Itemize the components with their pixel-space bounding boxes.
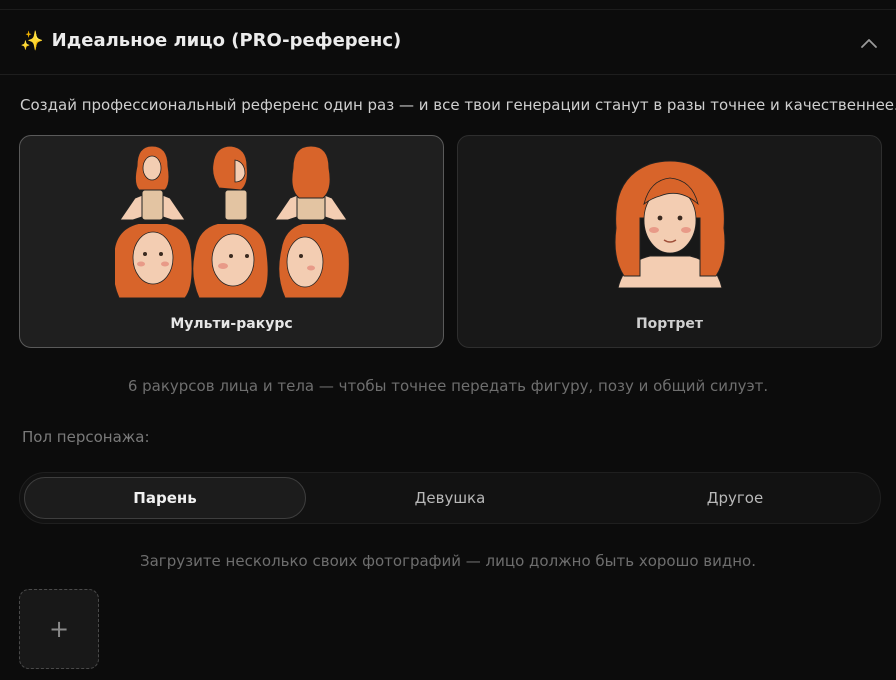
section-header[interactable]: ✨ Идеальное лицо (PRO-референс) [0, 10, 896, 75]
multi-angle-illustration [115, 146, 350, 298]
sparkles-icon: ✨ [20, 30, 44, 52]
section-description: Создай профессиональный референс один ра… [20, 96, 896, 114]
gender-option-male[interactable]: Парень [24, 477, 306, 519]
gender-option-other[interactable]: Другое [594, 477, 876, 519]
body-front [119, 146, 186, 221]
gender-label: Пол персонажа: [22, 428, 150, 446]
body-back [274, 146, 348, 221]
upload-photo-button[interactable]: + [19, 589, 99, 669]
mode-card-label: Портрет [635, 316, 704, 332]
head-front [115, 224, 193, 298]
body-side [212, 146, 248, 221]
mode-card-label: Мульти-ракурс [170, 316, 293, 332]
gender-selector: Парень Девушка Другое [19, 472, 881, 524]
plus-icon: + [48, 615, 70, 643]
mode-card-multi-angle[interactable]: Мульти-ракурс [19, 135, 444, 348]
upload-hint: Загрузите несколько своих фотографий — л… [140, 552, 756, 570]
gender-option-female[interactable]: Девушка [309, 477, 591, 519]
mode-card-portrait[interactable]: Портрет [457, 135, 882, 348]
portrait-illustration [614, 160, 726, 288]
mode-hint: 6 ракурсов лица и тела — чтобы точнее пе… [127, 377, 769, 395]
chevron-up-icon[interactable] [858, 32, 880, 54]
section-title: Идеальное лицо (PRO-референс) [51, 30, 402, 51]
section-title-group: ✨ Идеальное лицо (PRO-референс) [20, 30, 401, 52]
head-three-quarter [192, 224, 269, 298]
head-profile [278, 224, 350, 298]
